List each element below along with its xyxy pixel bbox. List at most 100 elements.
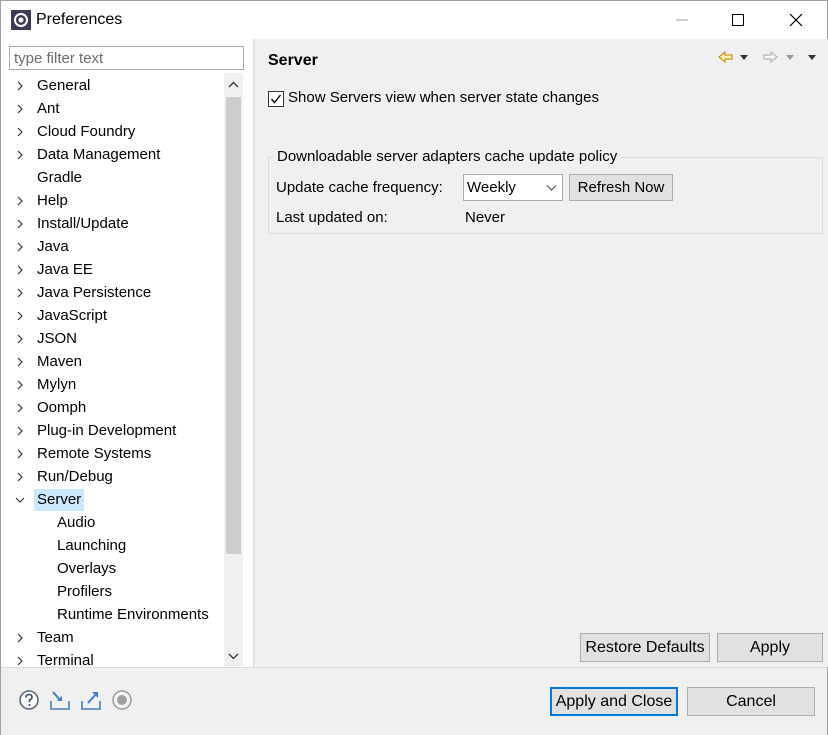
tree-item-label: Help: [37, 192, 68, 209]
export-icon[interactable]: [79, 688, 103, 712]
tree-item-label: Launching: [57, 537, 127, 554]
chevron-down-icon[interactable]: [15, 495, 25, 505]
tree-subitem[interactable]: Audio: [9, 512, 224, 534]
tree-item[interactable]: JavaScript: [9, 305, 224, 327]
record-icon[interactable]: [110, 688, 134, 712]
tree-item[interactable]: Oomph: [9, 397, 224, 419]
tree-item[interactable]: Data Management: [9, 144, 224, 166]
chevron-right-icon[interactable]: [15, 196, 25, 206]
tree-item[interactable]: Cloud Foundry: [9, 121, 224, 143]
chevron-right-icon[interactable]: [15, 81, 25, 91]
tree-item[interactable]: Plug-in Development: [9, 420, 224, 442]
tree-subitem[interactable]: Profilers: [9, 581, 224, 603]
cancel-button[interactable]: Cancel: [687, 687, 815, 716]
tree-subitem[interactable]: Overlays: [9, 558, 224, 580]
tree-item[interactable]: Java EE: [9, 259, 224, 281]
tree-item[interactable]: Maven: [9, 351, 224, 373]
tree-item[interactable]: JSON: [9, 328, 224, 350]
checkmark-icon: [270, 94, 282, 104]
tree-subitem[interactable]: Runtime Environments: [9, 604, 224, 626]
tree-item[interactable]: Help: [9, 190, 224, 212]
scroll-up-icon[interactable]: [224, 75, 243, 95]
tree-item[interactable]: Ant: [9, 98, 224, 120]
tree-item-label: Audio: [57, 514, 96, 531]
page-header: Server: [255, 39, 828, 81]
tree-item[interactable]: Java: [9, 236, 224, 258]
view-menu-icon[interactable]: [807, 54, 817, 62]
chevron-right-icon[interactable]: [15, 127, 25, 137]
tree-item-label: Remote Systems: [37, 445, 152, 462]
tree-item-label: Data Management: [37, 146, 161, 163]
tree-scrollbar[interactable]: [224, 73, 243, 666]
chevron-right-icon[interactable]: [15, 150, 25, 160]
import-icon[interactable]: [48, 688, 72, 712]
chevron-right-icon[interactable]: [15, 265, 25, 275]
tree-item[interactable]: Team: [9, 627, 224, 649]
chevron-right-icon[interactable]: [15, 288, 25, 298]
minimize-button[interactable]: [659, 1, 705, 39]
restore-defaults-button[interactable]: Restore Defaults: [580, 633, 710, 662]
chevron-right-icon[interactable]: [15, 426, 25, 436]
tree-item-label: Java: [37, 238, 69, 255]
tree-item[interactable]: Run/Debug: [9, 466, 224, 488]
tree-item[interactable]: Gradle: [9, 167, 224, 189]
chevron-right-icon[interactable]: [15, 449, 25, 459]
chevron-right-icon[interactable]: [15, 357, 25, 367]
tree-item[interactable]: General: [9, 75, 224, 97]
chevron-right-icon[interactable]: [15, 380, 25, 390]
tree-item[interactable]: Java Persistence: [9, 282, 224, 304]
tree-item-label: Run/Debug: [37, 468, 113, 485]
show-servers-label: Show Servers view when server state chan…: [288, 89, 599, 106]
refresh-now-button[interactable]: Refresh Now: [569, 174, 673, 201]
apply-and-close-button[interactable]: Apply and Close: [550, 687, 678, 716]
show-servers-checkbox[interactable]: [268, 91, 284, 107]
chevron-right-icon[interactable]: [15, 334, 25, 344]
tree-item-label: Profilers: [57, 583, 113, 600]
apply-button[interactable]: Apply: [717, 633, 823, 662]
tree-item[interactable]: Install/Update: [9, 213, 224, 235]
preferences-window: Preferences General Ant Cloud Foundry Data …: [0, 0, 828, 735]
frequency-label: Update cache frequency:: [276, 179, 443, 196]
footer-bar: Apply and Close Cancel: [1, 668, 827, 735]
tree-item[interactable]: Remote Systems: [9, 443, 224, 465]
filter-input[interactable]: [9, 46, 244, 70]
chevron-down-icon: [546, 185, 557, 191]
chevron-right-icon[interactable]: [15, 656, 25, 666]
chevron-right-icon[interactable]: [15, 219, 25, 229]
tree-item-label: JavaScript: [37, 307, 108, 324]
back-menu-chevron-down-icon[interactable]: [739, 54, 749, 62]
tree-item[interactable]: Mylyn: [9, 374, 224, 396]
scroll-thumb[interactable]: [226, 97, 241, 554]
forward-arrow-icon[interactable]: [761, 49, 779, 65]
chevron-right-icon[interactable]: [15, 311, 25, 321]
maximize-button[interactable]: [715, 1, 761, 39]
tree-item-label: Ant: [37, 100, 60, 117]
back-arrow-icon[interactable]: [717, 49, 735, 65]
tree-item-label: Java EE: [37, 261, 93, 278]
tree-subitem[interactable]: Launching: [9, 535, 224, 557]
frequency-value: Weekly: [467, 179, 516, 196]
tree-item-label: Overlays: [57, 560, 117, 577]
chevron-right-icon[interactable]: [15, 403, 25, 413]
maximize-icon: [732, 14, 744, 26]
tree-item-label: Mylyn: [37, 376, 77, 393]
tree-item-label: Terminal: [37, 652, 94, 666]
tree-item[interactable]: Server: [9, 489, 224, 511]
tree-item-label: Cloud Foundry: [37, 123, 136, 140]
close-button[interactable]: [773, 1, 819, 39]
chevron-right-icon[interactable]: [15, 633, 25, 643]
chevron-right-icon[interactable]: [15, 104, 25, 114]
tree-item-label: Plug-in Development: [37, 422, 177, 439]
title-bar: Preferences: [1, 1, 827, 39]
chevron-right-icon[interactable]: [15, 242, 25, 252]
eclipse-app-icon: [11, 10, 31, 30]
tree-item-label: Install/Update: [37, 215, 129, 232]
tree-item[interactable]: Terminal: [9, 650, 224, 666]
tree-item-label: Team: [37, 629, 74, 646]
help-icon[interactable]: [17, 688, 41, 712]
scroll-down-icon[interactable]: [224, 646, 243, 666]
frequency-select[interactable]: Weekly: [463, 174, 563, 201]
cache-policy-group: Downloadable server adapters cache updat…: [268, 148, 823, 234]
forward-menu-chevron-down-icon[interactable]: [785, 54, 795, 62]
chevron-right-icon[interactable]: [15, 472, 25, 482]
